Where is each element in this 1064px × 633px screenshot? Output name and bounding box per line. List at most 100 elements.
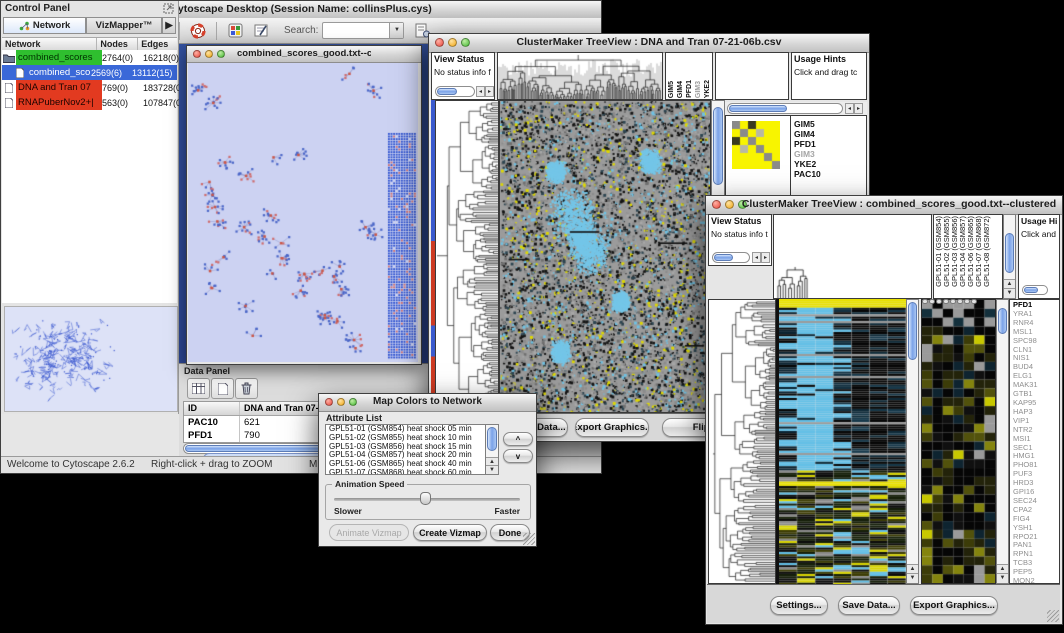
hscrollbar-thumb[interactable]: [437, 88, 457, 95]
zoom-window-icon[interactable]: [461, 38, 470, 47]
zoom-hscrollbar[interactable]: [727, 103, 843, 114]
vscrollbar-thumb[interactable]: [713, 107, 723, 185]
global-heatmap[interactable]: [779, 299, 906, 584]
network-view-canvas[interactable]: [188, 63, 418, 362]
resize-grip[interactable]: [1047, 610, 1059, 622]
labels-vscrollbar[interactable]: ▲ ▼: [1003, 214, 1016, 299]
gene-label[interactable]: PAC10: [794, 169, 821, 179]
hscrollbar-thumb[interactable]: [729, 105, 787, 112]
settings-button[interactable]: Settings...: [770, 596, 828, 615]
list-vscrollbar[interactable]: ▲ ▼: [485, 425, 498, 474]
close-icon[interactable]: [712, 200, 721, 209]
dialog-title-bar[interactable]: Map Colors to Network: [319, 394, 536, 412]
zoom-heatmap[interactable]: [922, 300, 995, 583]
global-heatmap[interactable]: [500, 101, 710, 412]
column-handle-icon[interactable]: [950, 299, 956, 304]
treeview1-title-bar[interactable]: ClusterMaker TreeView : DNA and Tran 07-…: [429, 34, 869, 53]
scroll-down-icon[interactable]: ▼: [486, 465, 498, 474]
gene-label[interactable]: MON2: [1013, 577, 1059, 584]
column-handle-icon[interactable]: [971, 299, 977, 304]
column-handle-icon[interactable]: [922, 299, 928, 304]
minimize-icon[interactable]: [725, 200, 734, 209]
minimize-icon[interactable]: [205, 50, 213, 58]
close-icon[interactable]: [193, 50, 201, 58]
resize-grip[interactable]: [523, 533, 535, 545]
scroll-left-icon[interactable]: ◂: [845, 103, 854, 114]
scroll-right-icon[interactable]: ▸: [761, 252, 770, 263]
vscrollbar-thumb[interactable]: [1005, 233, 1014, 273]
move-down-button[interactable]: v: [503, 449, 533, 463]
new-attribute-icon[interactable]: [211, 378, 234, 399]
export-graphics-button[interactable]: Export Graphics...: [910, 596, 998, 615]
scroll-down-icon[interactable]: ▼: [1004, 288, 1015, 298]
scroll-left-icon[interactable]: ◂: [476, 86, 485, 97]
help-lifesaver-icon[interactable]: [186, 20, 210, 41]
treeview2-title-bar[interactable]: ClusterMaker TreeView : combined_scores_…: [706, 196, 1062, 215]
hscrollbar-thumb[interactable]: [714, 254, 733, 261]
column-dendrogram[interactable]: [498, 53, 662, 99]
float-panel-icon[interactable]: [163, 3, 174, 14]
network-row[interactable]: DNA and Tran 07769(0)183728(0): [2, 80, 177, 95]
gene-label[interactable]: YKE2: [794, 159, 821, 169]
search-dropdown-icon[interactable]: ▼: [389, 23, 403, 38]
table-mode-icon[interactable]: [187, 378, 210, 399]
attribute-list[interactable]: GPL51-01 (GSM854) heat shock 05 minGPL51…: [325, 424, 499, 475]
network-window-title-bar[interactable]: combined_scores_good.txt--cluste...: [187, 46, 421, 63]
save-data-button[interactable]: Save Data...: [838, 596, 900, 615]
minimize-icon[interactable]: [448, 38, 457, 47]
export-graphics-button[interactable]: Export Graphics...: [575, 418, 649, 437]
scroll-down-icon[interactable]: ▼: [997, 573, 1008, 583]
id-column-header[interactable]: ID: [184, 402, 240, 415]
animate-vizmap-button[interactable]: Animate Vizmap: [329, 524, 409, 541]
scroll-right-icon[interactable]: ▸: [485, 86, 494, 97]
treeview2-vscrollbar[interactable]: ▲ ▼: [906, 299, 919, 584]
scroll-down-icon[interactable]: ▼: [907, 573, 918, 583]
close-icon[interactable]: [325, 398, 333, 406]
hscrollbar-thumb[interactable]: [1024, 287, 1038, 293]
delete-attribute-icon[interactable]: [235, 378, 258, 399]
column-handle-icon[interactable]: [929, 299, 935, 304]
tab-overflow-button[interactable]: ▶: [162, 17, 176, 34]
scroll-left-icon[interactable]: ◂: [752, 252, 761, 263]
gene-label[interactable]: GIM5: [794, 119, 821, 129]
zoom-window-icon[interactable]: [217, 50, 225, 58]
view-status-hscrollbar[interactable]: [435, 86, 475, 97]
genes-vscrollbar[interactable]: ▲ ▼: [996, 299, 1009, 584]
zoom-window-icon[interactable]: [349, 398, 357, 406]
create-vizmap-button[interactable]: Create Vizmap: [413, 524, 487, 541]
column-handle-icon[interactable]: [936, 299, 942, 304]
vscrollbar-thumb[interactable]: [487, 427, 497, 451]
gene-label[interactable]: PFD1: [794, 139, 821, 149]
vscrollbar-thumb[interactable]: [908, 302, 917, 360]
annotation-icon[interactable]: [249, 20, 273, 41]
network-row[interactable]: combined_scores2764(0)16218(0): [2, 50, 177, 65]
network-row[interactable]: RNAPuberNov2+|563(0)107847(0): [2, 95, 177, 110]
dialog-title: Map Colors to Network: [369, 396, 486, 407]
treeview1-heatmap-pane: [499, 100, 711, 413]
minimize-icon[interactable]: [337, 398, 345, 406]
attribute-item[interactable]: GPL51-07 (GSM868) heat shock 60 min: [326, 469, 498, 475]
column-handle-icon[interactable]: [964, 299, 970, 304]
network-edges: 107847(0): [143, 98, 184, 108]
column-handle-icon[interactable]: [943, 299, 949, 304]
gene-label[interactable]: GIM4: [794, 129, 821, 139]
row-dendrogram[interactable]: [709, 300, 775, 583]
column-handle-icon[interactable]: [957, 299, 963, 304]
usage-hints-hscrollbar[interactable]: [1022, 285, 1048, 295]
column-dendrogram[interactable]: [774, 215, 931, 298]
search-input[interactable]: ▼: [322, 22, 404, 39]
move-up-button[interactable]: ^: [503, 432, 533, 446]
vscrollbar-thumb[interactable]: [998, 308, 1007, 334]
tab-vizmapper[interactable]: VizMapper™: [86, 17, 162, 34]
scroll-right-icon[interactable]: ▸: [854, 103, 863, 114]
zoom-heatmap[interactable]: [732, 121, 780, 169]
network-row[interactable]: combined_sco2569(6)13112(15): [2, 65, 177, 80]
tab-network[interactable]: Network: [3, 17, 86, 34]
gene-label[interactable]: GIM3: [794, 149, 821, 159]
vizmap-palette-icon[interactable]: [223, 20, 247, 41]
row-dendrogram[interactable]: [436, 101, 498, 412]
network-overview-thumbnail[interactable]: [4, 306, 178, 412]
view-status-hscrollbar[interactable]: [712, 252, 750, 263]
close-icon[interactable]: [435, 38, 444, 47]
speed-slider-thumb[interactable]: [420, 492, 431, 505]
